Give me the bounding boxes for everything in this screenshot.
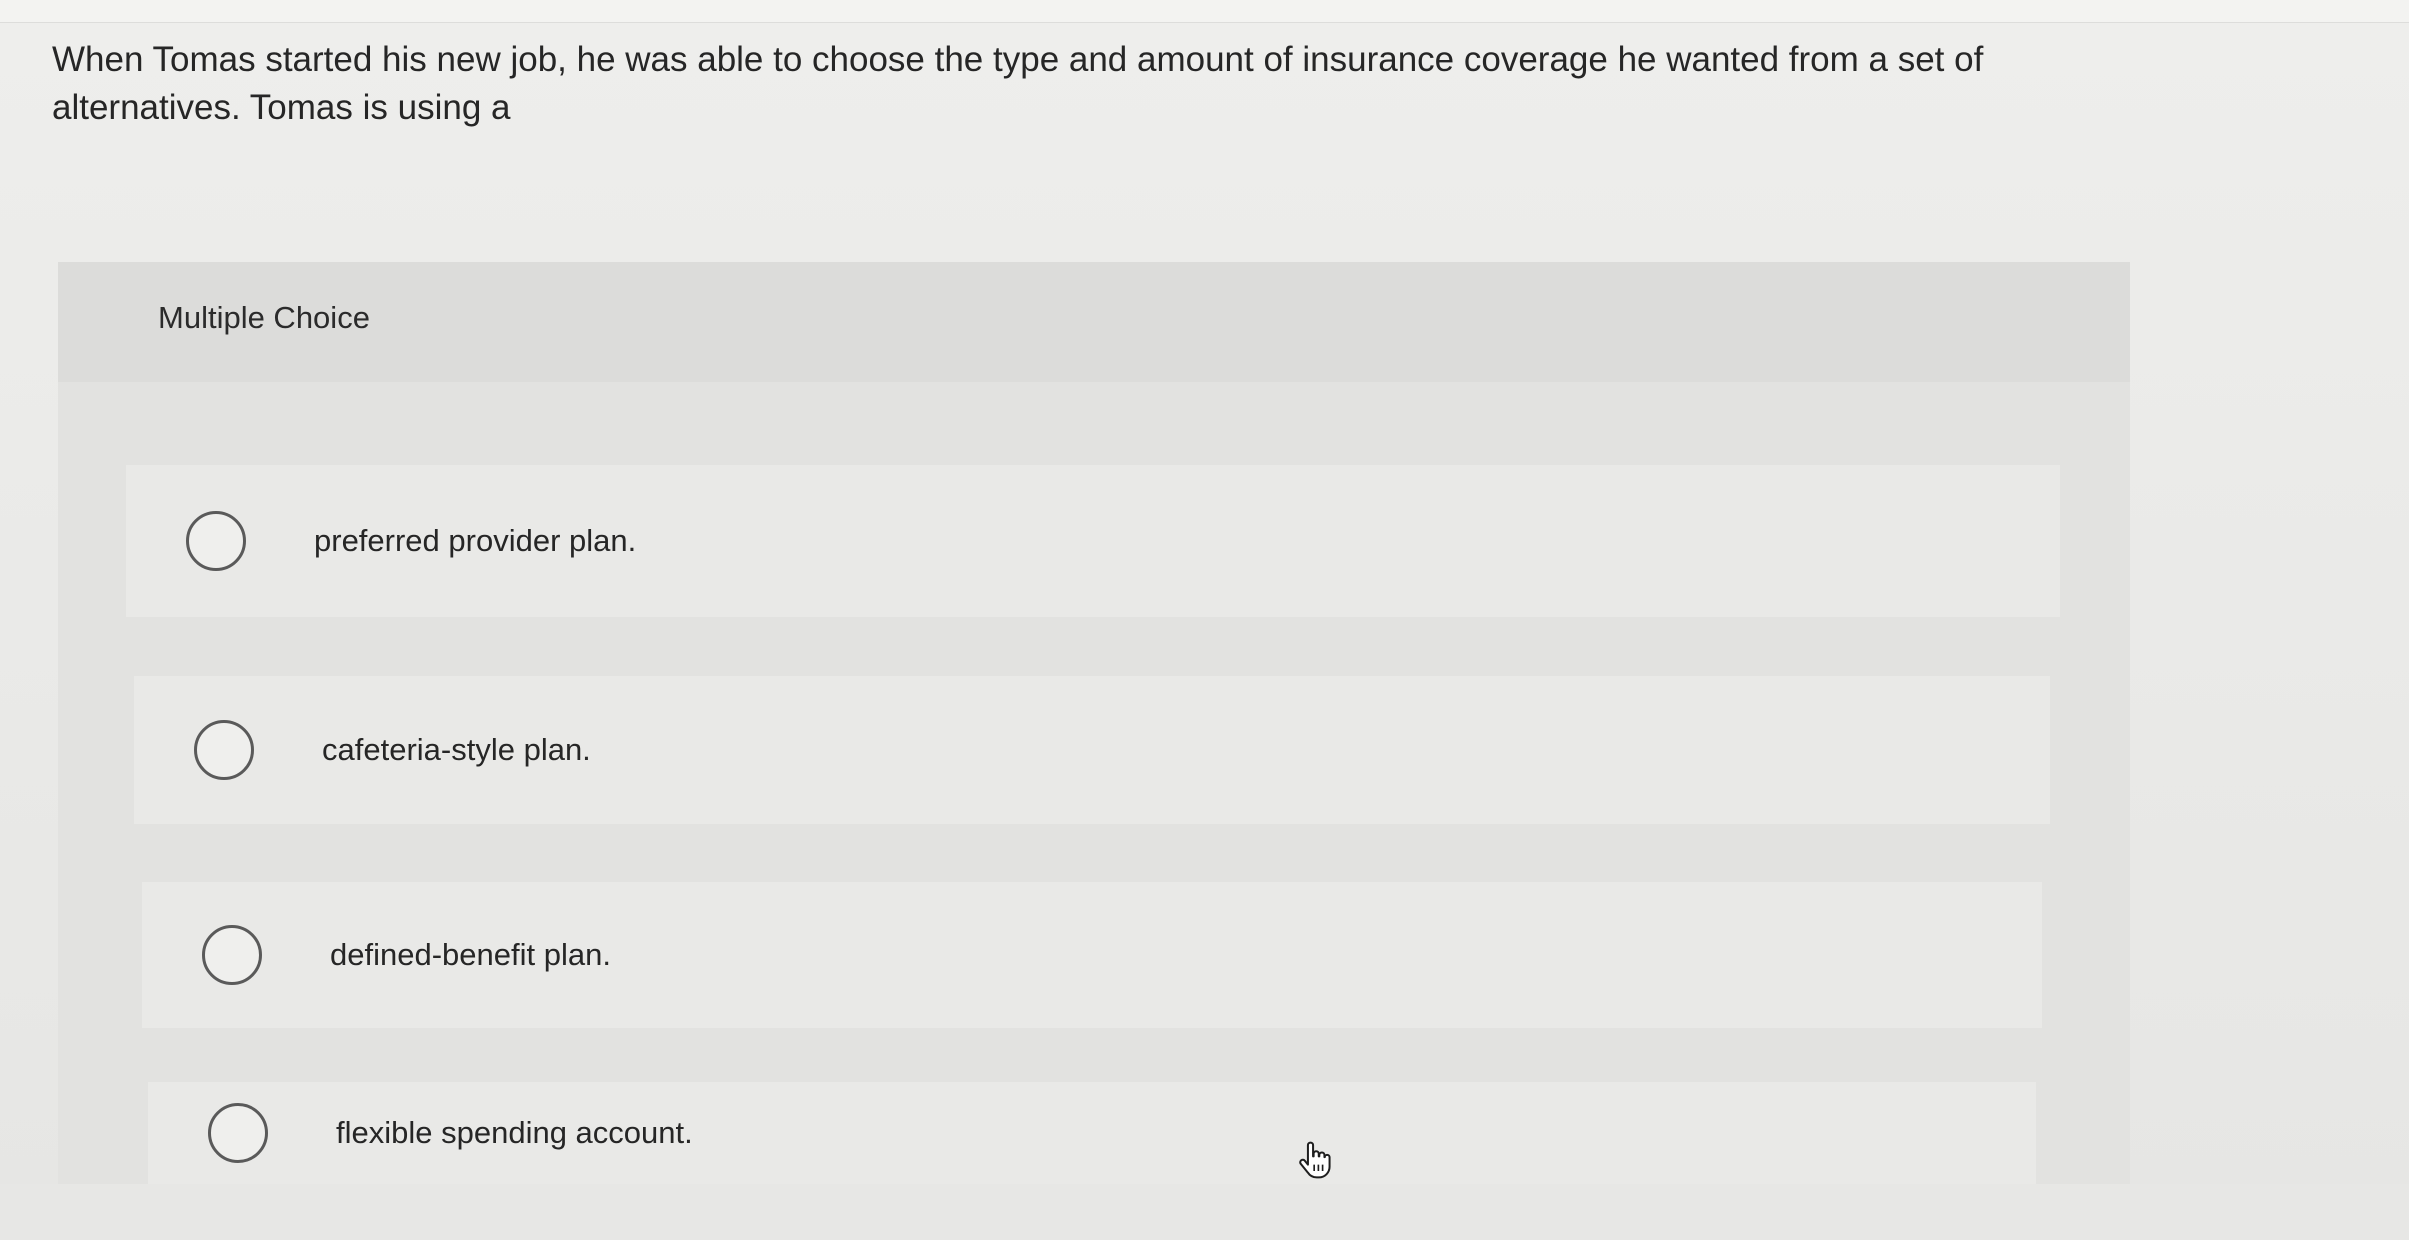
multiple-choice-title: Multiple Choice	[158, 300, 370, 335]
bottom-strip	[0, 1184, 2409, 1240]
radio-button[interactable]	[208, 1103, 268, 1163]
option-4[interactable]: flexible spending account.	[148, 1082, 2036, 1184]
question-text: When Tomas started his new job, he was a…	[52, 40, 1984, 127]
option-2[interactable]: cafeteria-style plan.	[134, 676, 2050, 824]
radio-button[interactable]	[202, 925, 262, 985]
option-label: preferred provider plan.	[314, 523, 637, 558]
page: When Tomas started his new job, he was a…	[0, 0, 2409, 1240]
option-label: defined-benefit plan.	[330, 937, 611, 972]
hand-pointer-icon	[1299, 1141, 1331, 1179]
radio-button[interactable]	[194, 720, 254, 780]
top-edge	[0, 0, 2409, 23]
multiple-choice-header: Multiple Choice	[58, 262, 2130, 382]
option-label: cafeteria-style plan.	[322, 732, 591, 767]
option-3[interactable]: defined-benefit plan.	[142, 882, 2042, 1028]
radio-button[interactable]	[186, 511, 246, 571]
option-1[interactable]: preferred provider plan.	[126, 465, 2060, 617]
option-label: flexible spending account.	[336, 1115, 693, 1150]
